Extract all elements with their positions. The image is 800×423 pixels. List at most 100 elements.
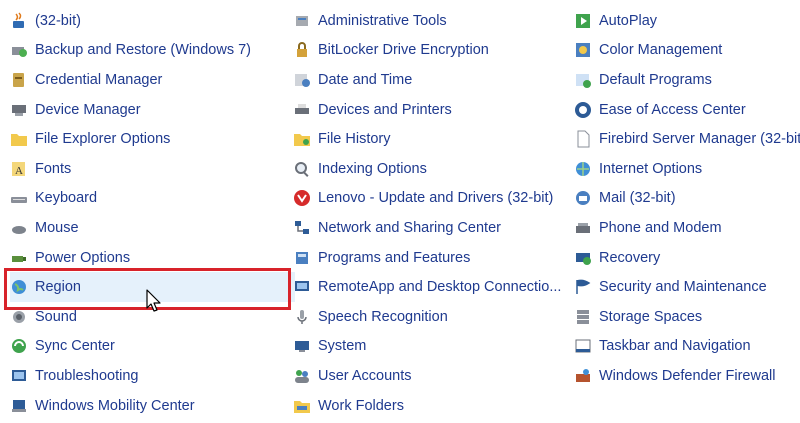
control-panel-item-label[interactable]: Ease of Access Center [599, 102, 746, 118]
control-panel-item[interactable]: Ease of Access Center [574, 95, 800, 125]
control-panel-item-label[interactable]: Devices and Printers [318, 102, 452, 118]
control-panel-item-label[interactable]: Power Options [35, 250, 130, 266]
control-panel-item-label[interactable]: Speech Recognition [318, 309, 448, 325]
control-panel-item-label[interactable]: Mouse [35, 220, 79, 236]
control-panel-item-label[interactable]: Fonts [35, 161, 71, 177]
troubleshooting-icon [10, 367, 28, 385]
control-panel-item-label[interactable]: Keyboard [35, 190, 97, 206]
control-panel-item[interactable]: File History [293, 124, 563, 154]
control-panel-item-label[interactable]: Taskbar and Navigation [599, 338, 751, 354]
control-panel-item[interactable]: Keyboard [10, 184, 295, 214]
flag-icon [574, 278, 592, 296]
control-panel-item[interactable]: Troubleshooting [10, 361, 295, 391]
control-panel-item-label[interactable]: Troubleshooting [35, 368, 138, 384]
region-icon [10, 278, 28, 296]
control-panel-item[interactable]: Default Programs [574, 65, 800, 95]
control-panel-item-label[interactable]: Sync Center [35, 338, 115, 354]
system-icon [293, 337, 311, 355]
control-panel-item[interactable]: Network and Sharing Center [293, 213, 563, 243]
control-panel-item[interactable]: Firebird Server Manager (32-bit) [574, 124, 800, 154]
storage-icon [574, 308, 592, 326]
control-panel-item[interactable]: Windows Mobility Center [10, 391, 295, 421]
mouse-cursor-icon [146, 289, 161, 312]
control-panel-item[interactable]: Speech Recognition [293, 302, 563, 332]
control-panel-item-label[interactable]: File History [318, 131, 391, 147]
control-panel-item[interactable]: System [293, 332, 563, 362]
control-panel-item[interactable]: Backup and Restore (Windows 7) [10, 36, 295, 66]
date-time-icon [293, 71, 311, 89]
control-panel-item-label[interactable]: System [318, 338, 366, 354]
control-panel-item-label[interactable]: Color Management [599, 42, 722, 58]
control-panel-item-label[interactable]: Credential Manager [35, 72, 162, 88]
backup-icon [10, 41, 28, 59]
control-panel-item-label[interactable]: Administrative Tools [318, 13, 447, 29]
control-panel-item-label[interactable]: Windows Defender Firewall [599, 368, 775, 384]
control-panel-item-label[interactable]: Sound [35, 309, 77, 325]
control-panel-item-label[interactable]: (32-bit) [35, 13, 81, 29]
control-panel-item-label[interactable]: Security and Maintenance [599, 279, 767, 295]
control-panel-item[interactable]: Credential Manager [10, 65, 295, 95]
control-panel-item[interactable]: AutoPlay [574, 6, 800, 36]
control-panel-item[interactable]: (32-bit) [10, 6, 295, 36]
control-panel-item[interactable]: Administrative Tools [293, 6, 563, 36]
control-panel-item[interactable]: Storage Spaces [574, 302, 800, 332]
control-panel-item-label[interactable]: AutoPlay [599, 13, 657, 29]
control-panel-item-label[interactable]: Network and Sharing Center [318, 220, 501, 236]
control-panel-item-label[interactable]: Default Programs [599, 72, 712, 88]
mobility-icon [10, 397, 28, 415]
control-panel-item[interactable]: Taskbar and Navigation [574, 332, 800, 362]
control-panel-item[interactable]: Mail (32-bit) [574, 184, 800, 214]
control-panel-item[interactable]: RemoteApp and Desktop Connectio... [293, 272, 563, 302]
control-panel-item[interactable]: User Accounts [293, 361, 563, 391]
file-history-icon [293, 130, 311, 148]
control-panel-item[interactable]: Lenovo - Update and Drivers (32-bit) [293, 184, 563, 214]
control-panel-item-label[interactable]: Device Manager [35, 102, 141, 118]
control-panel-item-label[interactable]: Firebird Server Manager (32-bit) [599, 131, 800, 147]
control-panel-item[interactable]: Power Options [10, 243, 295, 273]
control-panel-item[interactable]: Security and Maintenance [574, 272, 800, 302]
control-panel-item[interactable]: Work Folders [293, 391, 563, 421]
control-panel-item-label[interactable]: Phone and Modem [599, 220, 722, 236]
control-panel-item-label[interactable]: Lenovo - Update and Drivers (32-bit) [318, 190, 553, 206]
control-panel-item[interactable]: Devices and Printers [293, 95, 563, 125]
microphone-icon [293, 308, 311, 326]
control-panel-item-label[interactable]: Region [35, 279, 81, 295]
control-panel-item-label[interactable]: Date and Time [318, 72, 412, 88]
control-panel-item-label[interactable]: Recovery [599, 250, 660, 266]
control-panel-item[interactable]: Internet Options [574, 154, 800, 184]
control-panel-item[interactable]: Recovery [574, 243, 800, 273]
programs-icon [293, 249, 311, 267]
network-icon [293, 219, 311, 237]
control-panel-item[interactable]: File Explorer Options [10, 124, 295, 154]
java-icon [10, 12, 28, 30]
control-panel-item[interactable]: Phone and Modem [574, 213, 800, 243]
control-panel-item[interactable]: Indexing Options [293, 154, 563, 184]
control-panel-item-label[interactable]: Backup and Restore (Windows 7) [35, 42, 251, 58]
control-panel-item[interactable]: Sync Center [10, 332, 295, 362]
control-panel-item-label[interactable]: Internet Options [599, 161, 702, 177]
control-panel-item[interactable]: Mouse [10, 213, 295, 243]
control-panel-item-label[interactable]: Windows Mobility Center [35, 398, 195, 414]
control-panel-item-label[interactable]: File Explorer Options [35, 131, 170, 147]
control-panel-item-label[interactable]: User Accounts [318, 368, 412, 384]
control-panel-item-label[interactable]: Storage Spaces [599, 309, 702, 325]
work-folders-icon [293, 397, 311, 415]
device-manager-icon [10, 101, 28, 119]
credential-icon [10, 71, 28, 89]
control-panel-item[interactable]: Color Management [574, 36, 800, 66]
recovery-icon [574, 249, 592, 267]
control-panel-item-label[interactable]: Work Folders [318, 398, 404, 414]
control-panel-item[interactable]: A Fonts [10, 154, 295, 184]
control-panel-item-label[interactable]: Indexing Options [318, 161, 427, 177]
control-panel-item[interactable]: Programs and Features [293, 243, 563, 273]
indexing-icon [293, 160, 311, 178]
control-panel-item-label[interactable]: Programs and Features [318, 250, 470, 266]
control-panel-item-label[interactable]: RemoteApp and Desktop Connectio... [318, 279, 561, 295]
control-panel-item[interactable]: Device Manager [10, 95, 295, 125]
control-panel-item-label[interactable]: Mail (32-bit) [599, 190, 676, 206]
column-2: Administrative Tools BitLocker Drive Encr… [293, 6, 563, 420]
control-panel-item-label[interactable]: BitLocker Drive Encryption [318, 42, 489, 58]
control-panel-item[interactable]: Date and Time [293, 65, 563, 95]
control-panel-item[interactable]: BitLocker Drive Encryption [293, 36, 563, 66]
control-panel-item[interactable]: Windows Defender Firewall [574, 361, 800, 391]
